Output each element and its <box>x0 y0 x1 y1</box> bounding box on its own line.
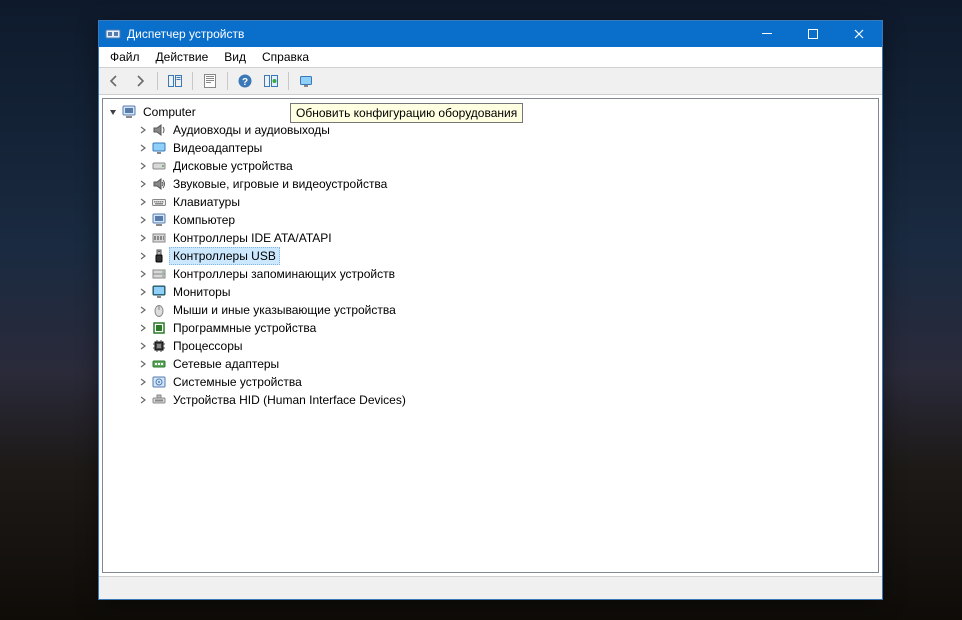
tree-item-mouse[interactable]: Мыши и иные указывающие устройства <box>137 301 878 319</box>
svg-text:?: ? <box>242 77 248 88</box>
tree-item-cpu[interactable]: Процессоры <box>137 337 878 355</box>
desktop-background: Диспетчер устройств Файл Действие Вид Сп… <box>0 0 962 620</box>
toolbar-separator <box>157 72 158 90</box>
tree-item-label: Контроллеры IDE ATA/ATAPI <box>169 229 336 247</box>
caret-right-icon[interactable] <box>137 142 149 154</box>
tree-item-label: Контроллеры USB <box>169 247 280 265</box>
tooltip: Обновить конфигурацию оборудования <box>290 103 523 123</box>
tree-item-computer[interactable]: Компьютер <box>137 211 878 229</box>
tree-item-software[interactable]: Программные устройства <box>137 319 878 337</box>
caret-right-icon[interactable] <box>137 232 149 244</box>
storage-icon <box>151 266 167 282</box>
show-hide-tree-button[interactable] <box>163 69 187 93</box>
forward-button[interactable] <box>128 69 152 93</box>
display-icon <box>151 140 167 156</box>
tree-item-label: Процессоры <box>169 337 247 355</box>
caret-right-icon[interactable] <box>137 268 149 280</box>
caret-right-icon[interactable] <box>137 214 149 226</box>
toolbar-separator <box>192 72 193 90</box>
caret-right-icon[interactable] <box>137 178 149 190</box>
tree-item-label: Программные устройства <box>169 319 320 337</box>
caret-right-icon[interactable] <box>137 196 149 208</box>
menu-view[interactable]: Вид <box>217 48 253 66</box>
caret-right-icon[interactable] <box>137 340 149 352</box>
statusbar <box>99 576 882 599</box>
caret-down-icon[interactable] <box>107 106 119 118</box>
menu-action[interactable]: Действие <box>149 48 216 66</box>
caret-right-icon[interactable] <box>137 160 149 172</box>
tree-item-storage[interactable]: Контроллеры запоминающих устройств <box>137 265 878 283</box>
sound-icon <box>151 176 167 192</box>
menubar: Файл Действие Вид Справка <box>99 47 882 68</box>
monitor-icon <box>151 284 167 300</box>
network-icon <box>151 356 167 372</box>
help-button[interactable]: ? <box>233 69 257 93</box>
tree-item-monitor[interactable]: Мониторы <box>137 283 878 301</box>
tree-item-sound[interactable]: Звуковые, игровые и видеоустройства <box>137 175 878 193</box>
system-icon <box>151 374 167 390</box>
tree-item-label: Компьютер <box>169 211 239 229</box>
caret-right-icon[interactable] <box>137 250 149 262</box>
tree-item-usb[interactable]: Контроллеры USB <box>137 247 878 265</box>
toolbar: ? <box>99 68 882 95</box>
minimize-button[interactable] <box>744 21 790 47</box>
window-title: Диспетчер устройств <box>127 27 744 41</box>
tree-item-audio[interactable]: Аудиовходы и аудиовыходы <box>137 121 878 139</box>
keyboard-icon <box>151 194 167 210</box>
caret-right-icon[interactable] <box>137 286 149 298</box>
device-tree: Computer Аудиовходы и аудиовыходыВидеоад… <box>105 101 878 411</box>
tree-item-label: Звуковые, игровые и видеоустройства <box>169 175 391 193</box>
tree-content[interactable]: Computer Аудиовходы и аудиовыходыВидеоад… <box>102 98 879 573</box>
caret-right-icon[interactable] <box>137 358 149 370</box>
tree-item-label: Системные устройства <box>169 373 306 391</box>
hid-icon <box>151 392 167 408</box>
software-icon <box>151 320 167 336</box>
tree-item-label: Мониторы <box>169 283 234 301</box>
properties-button[interactable] <box>198 69 222 93</box>
menu-file[interactable]: Файл <box>103 48 147 66</box>
tree-item-keyboard[interactable]: Клавиатуры <box>137 193 878 211</box>
titlebar[interactable]: Диспетчер устройств <box>99 21 882 47</box>
usb-icon <box>151 248 167 264</box>
tree-item-display[interactable]: Видеоадаптеры <box>137 139 878 157</box>
update-driver-button[interactable] <box>259 69 283 93</box>
tree-item-label: Аудиовходы и аудиовыходы <box>169 121 334 139</box>
back-button[interactable] <box>102 69 126 93</box>
caret-right-icon[interactable] <box>137 124 149 136</box>
app-icon <box>105 26 121 42</box>
tree-item-ide[interactable]: Контроллеры IDE ATA/ATAPI <box>137 229 878 247</box>
cpu-icon <box>151 338 167 354</box>
caret-right-icon[interactable] <box>137 376 149 388</box>
menu-help[interactable]: Справка <box>255 48 316 66</box>
computer-icon <box>151 212 167 228</box>
tree-item-label: Мыши и иные указывающие устройства <box>169 301 400 319</box>
maximize-button[interactable] <box>790 21 836 47</box>
audio-icon <box>151 122 167 138</box>
toolbar-separator <box>288 72 289 90</box>
computer-icon <box>121 104 137 120</box>
ide-icon <box>151 230 167 246</box>
close-button[interactable] <box>836 21 882 47</box>
mouse-icon <box>151 302 167 318</box>
tree-item-label: Устройства HID (Human Interface Devices) <box>169 391 410 409</box>
tree-item-hid[interactable]: Устройства HID (Human Interface Devices) <box>137 391 878 409</box>
caret-right-icon[interactable] <box>137 322 149 334</box>
tree-item-system[interactable]: Системные устройства <box>137 373 878 391</box>
tree-item-label: Клавиатуры <box>169 193 244 211</box>
disk-icon <box>151 158 167 174</box>
tree-item-label: Дисковые устройства <box>169 157 297 175</box>
tree-item-label: Сетевые адаптеры <box>169 355 283 373</box>
tree-item-label: Видеоадаптеры <box>169 139 266 157</box>
tree-item-label: Контроллеры запоминающих устройств <box>169 265 399 283</box>
device-manager-window: Диспетчер устройств Файл Действие Вид Сп… <box>98 20 883 600</box>
tree-root-label: Computer <box>139 103 200 121</box>
caret-right-icon[interactable] <box>137 394 149 406</box>
toolbar-separator <box>227 72 228 90</box>
scan-hardware-button[interactable] <box>294 69 318 93</box>
caret-right-icon[interactable] <box>137 304 149 316</box>
tree-item-network[interactable]: Сетевые адаптеры <box>137 355 878 373</box>
tree-item-disk[interactable]: Дисковые устройства <box>137 157 878 175</box>
